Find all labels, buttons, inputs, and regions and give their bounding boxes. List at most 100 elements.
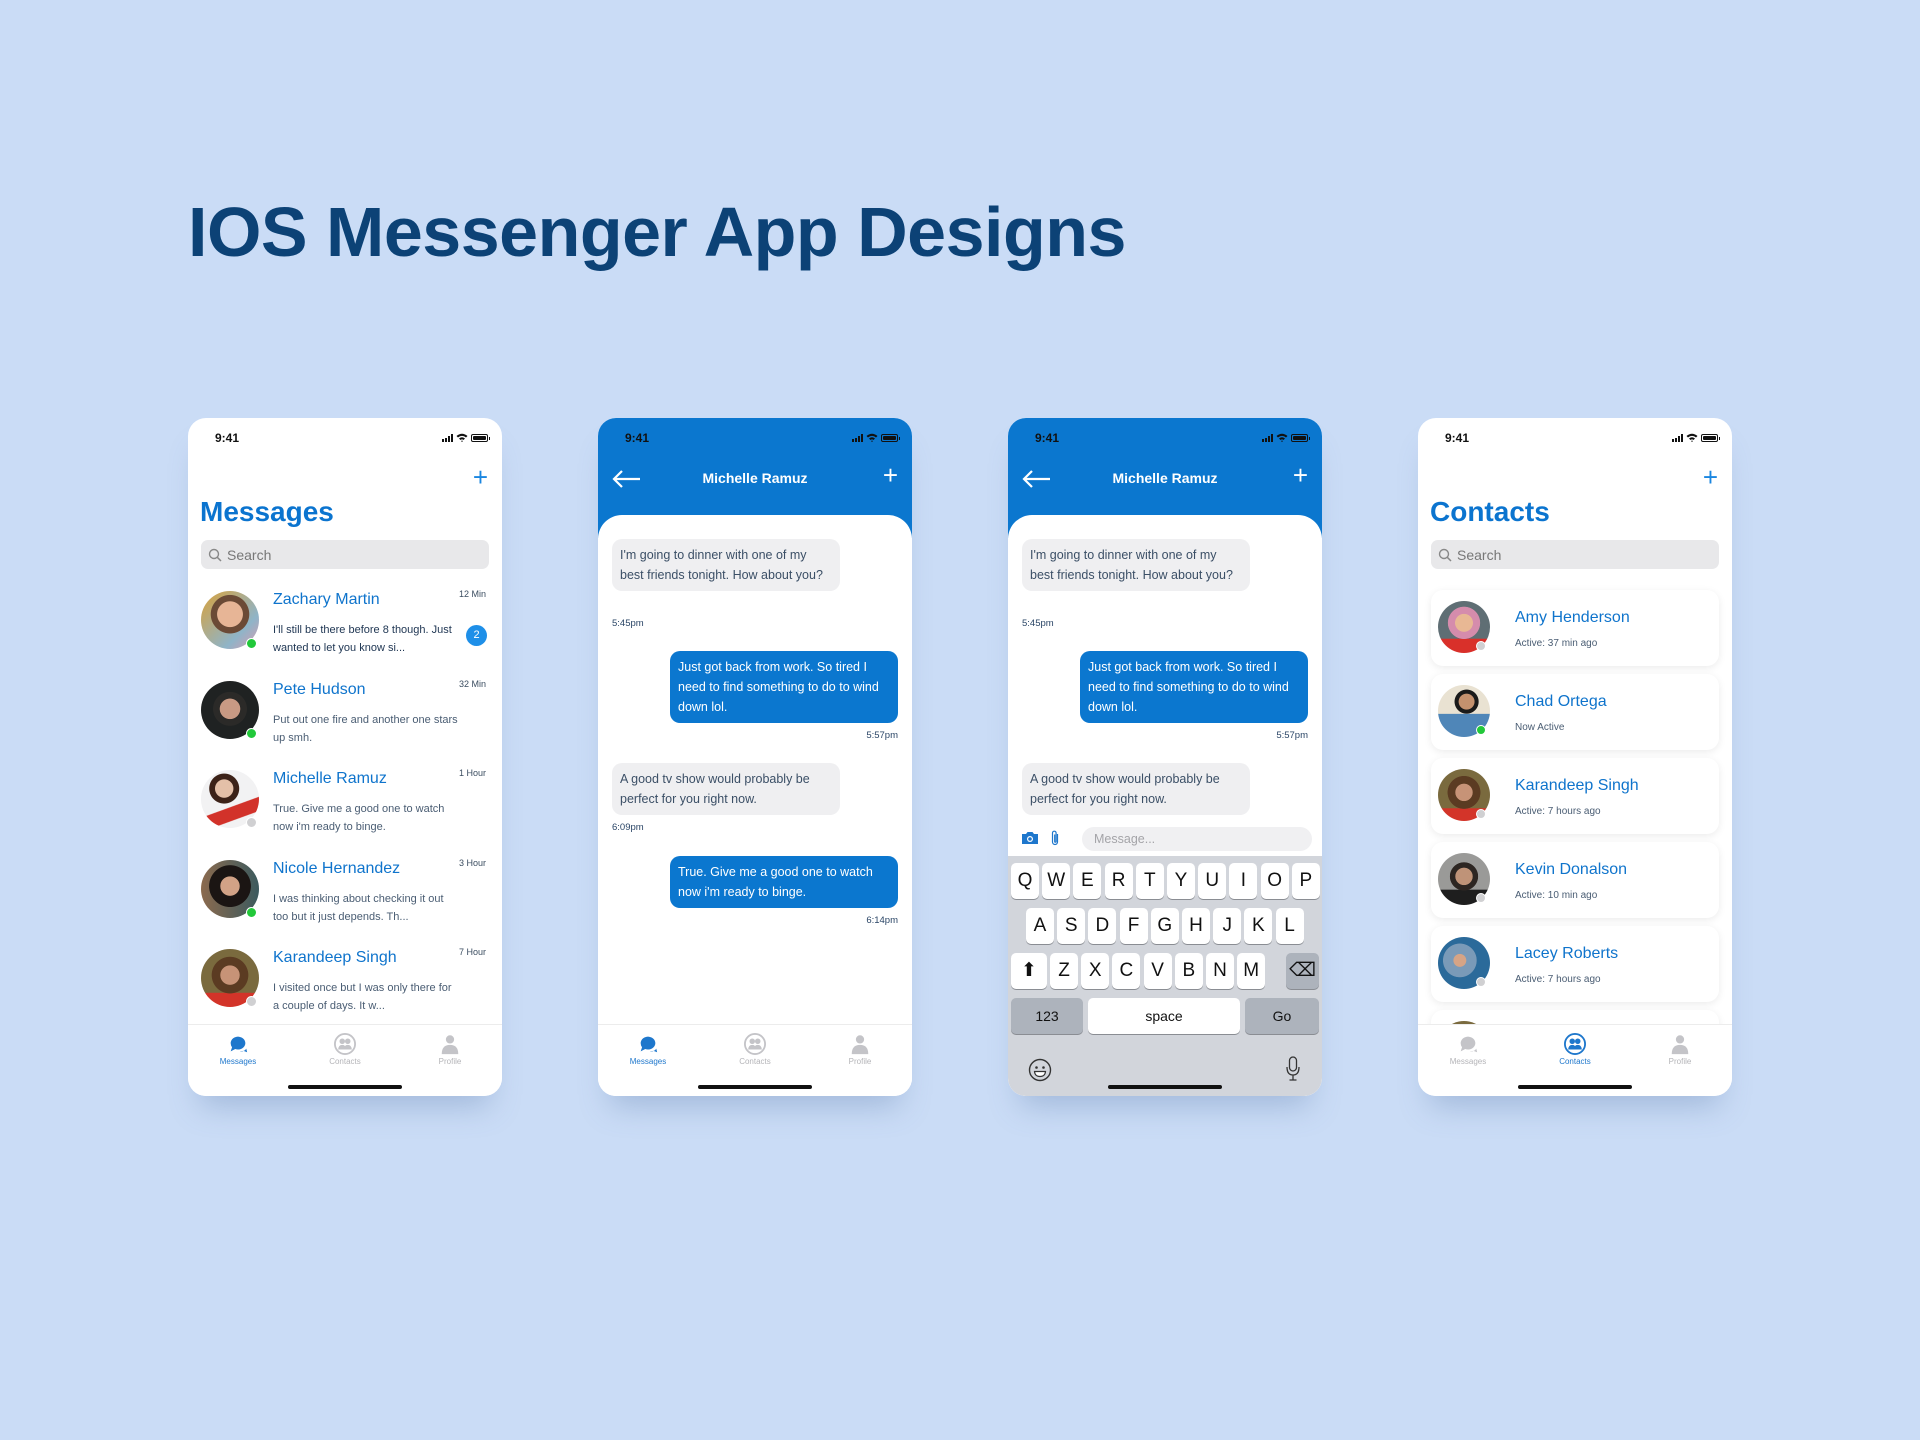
shift-key[interactable]: ⬆	[1011, 953, 1047, 989]
key-x[interactable]: X	[1081, 953, 1110, 989]
person-icon	[849, 1033, 871, 1055]
add-contact-button[interactable]: +	[1703, 464, 1718, 490]
numbers-key[interactable]: 123	[1011, 998, 1083, 1034]
tab-contacts[interactable]: Contacts	[715, 1033, 795, 1066]
tab-contacts[interactable]: Contacts	[1535, 1033, 1615, 1066]
contact-card[interactable]: Amy Henderson Active: 37 min ago	[1431, 590, 1719, 666]
key-o[interactable]: O	[1260, 863, 1289, 899]
key-w[interactable]: W	[1042, 863, 1071, 899]
chat-screen: 9:41 Michelle Ramuz + I'm going to dinne…	[598, 418, 912, 1096]
key-k[interactable]: K	[1244, 908, 1273, 944]
key-g[interactable]: G	[1150, 908, 1179, 944]
emoji-icon[interactable]	[1028, 1058, 1052, 1082]
new-message-button[interactable]: +	[473, 464, 488, 490]
status-time: 9:41	[1445, 431, 1470, 445]
key-d[interactable]: D	[1088, 908, 1117, 944]
tab-messages[interactable]: Messages	[198, 1033, 278, 1066]
contact-name: Kevin Donalson	[1515, 861, 1628, 878]
tab-contacts[interactable]: Contacts	[305, 1033, 385, 1066]
key-p[interactable]: P	[1291, 863, 1320, 899]
contacts-screen: 9:41 + Contacts Amy Henderson Active: 37…	[1418, 418, 1732, 1096]
compose-bar	[1008, 822, 1322, 856]
online-indicator	[1476, 725, 1486, 735]
status-bar: 9:41	[1418, 418, 1732, 458]
key-i[interactable]: I	[1229, 863, 1258, 899]
chat-contact-name: Michelle Ramuz	[702, 470, 808, 486]
conversation-item[interactable]: Michelle Ramuz 1 Hour True. Give me a go…	[188, 762, 502, 852]
contact-name: Zachary Martin	[273, 591, 380, 608]
message-bubble-incoming: I'm going to dinner with one of my best …	[612, 539, 840, 591]
key-r[interactable]: R	[1104, 863, 1133, 899]
message-time: 32 Min	[458, 678, 486, 689]
contact-name: Pete Hudson	[273, 680, 366, 698]
contact-name: Karandeep Singh	[1515, 777, 1639, 794]
status-time: 9:41	[625, 431, 650, 445]
search-input[interactable]	[227, 546, 467, 563]
tab-messages[interactable]: Messages	[608, 1033, 688, 1066]
microphone-icon[interactable]	[1286, 1056, 1300, 1082]
key-l[interactable]: L	[1275, 908, 1304, 944]
online-indicator	[246, 727, 257, 739]
battery-icon	[471, 433, 490, 442]
chat-contact-name: Michelle Ramuz	[1112, 470, 1218, 486]
conversation-item[interactable]: Nicole Hernandez 3 Hour I was thinking a…	[188, 852, 502, 942]
tab-messages[interactable]: Messages	[1428, 1033, 1508, 1066]
key-s[interactable]: S	[1057, 908, 1086, 944]
key-h[interactable]: H	[1182, 908, 1210, 944]
online-indicator	[246, 906, 257, 918]
message-timestamp: 5:45pm	[1022, 618, 1054, 629]
key-z[interactable]: Z	[1050, 953, 1078, 989]
conversation-item[interactable]: Zachary Martin 12 Min I'll still be ther…	[188, 583, 502, 673]
online-indicator	[246, 638, 257, 649]
add-button[interactable]: +	[1293, 462, 1308, 488]
message-input[interactable]	[1082, 827, 1312, 851]
tab-profile[interactable]: Profile	[820, 1033, 900, 1066]
go-key[interactable]: Go	[1245, 998, 1319, 1034]
person-icon	[1669, 1033, 1691, 1055]
tab-profile[interactable]: Profile	[410, 1033, 490, 1066]
conversation-item[interactable]: Karandeep Singh 7 Hour I visited once bu…	[188, 941, 502, 1031]
status-bar: 9:41	[598, 418, 912, 458]
key-j[interactable]: J	[1213, 908, 1242, 944]
attachment-icon[interactable]	[1050, 829, 1060, 847]
contact-card[interactable]: Karandeep Singh Active: 7 hours ago	[1431, 758, 1719, 834]
message-preview: Put out one fire and another one stars u…	[273, 713, 458, 744]
battery-icon	[1701, 433, 1720, 442]
tab-label: Contacts	[329, 1057, 361, 1066]
key-y[interactable]: Y	[1167, 863, 1195, 899]
contact-card[interactable]: Lacey Roberts Active: 7 hours ago	[1431, 926, 1719, 1002]
message-preview: I visited once but I was only there for …	[273, 982, 452, 1012]
signal-icon	[1262, 433, 1273, 442]
search-bar[interactable]	[1431, 540, 1719, 569]
key-b[interactable]: B	[1174, 953, 1203, 989]
offline-indicator	[246, 996, 257, 1007]
person-icon	[439, 1033, 461, 1055]
search-input[interactable]	[1457, 546, 1697, 563]
home-indicator	[698, 1085, 812, 1089]
add-button[interactable]: +	[883, 462, 898, 488]
contacts-icon	[1564, 1033, 1586, 1055]
key-c[interactable]: C	[1112, 953, 1141, 989]
conversation-item[interactable]: Pete Hudson 32 Min Put out one fire and …	[188, 673, 502, 763]
search-bar[interactable]	[201, 540, 489, 569]
contact-card[interactable]: Kevin Donalson Active: 10 min ago	[1431, 842, 1719, 918]
message-timestamp: 6:09pm	[612, 822, 644, 833]
key-f[interactable]: F	[1119, 908, 1148, 944]
contact-card[interactable]: Chad Ortega Now Active	[1431, 674, 1719, 750]
key-m[interactable]: M	[1237, 953, 1266, 989]
screen-title: Messages	[200, 496, 334, 527]
key-t[interactable]: T	[1135, 863, 1164, 899]
key-q[interactable]: Q	[1011, 863, 1039, 899]
message-timestamp: 5:57pm	[1276, 730, 1308, 741]
tab-profile[interactable]: Profile	[1640, 1033, 1720, 1066]
backspace-key[interactable]: ⌫	[1286, 953, 1319, 989]
key-n[interactable]: N	[1206, 953, 1234, 989]
key-u[interactable]: U	[1198, 863, 1227, 899]
key-e[interactable]: E	[1073, 863, 1102, 899]
message-bubble-outgoing: True. Give me a good one to watch now i'…	[670, 856, 898, 908]
key-a[interactable]: A	[1026, 908, 1054, 944]
conversation-list: Zachary Martin 12 Min I'll still be ther…	[188, 583, 502, 1031]
key-v[interactable]: V	[1143, 953, 1172, 989]
camera-icon[interactable]	[1021, 831, 1039, 845]
space-key[interactable]: space	[1088, 998, 1240, 1034]
